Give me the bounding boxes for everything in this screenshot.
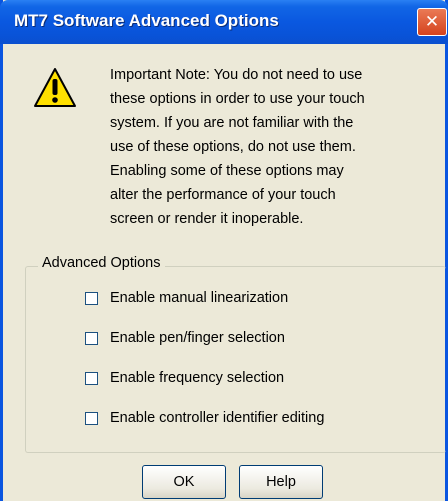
option-label: Enable controller identifier editing: [110, 410, 325, 426]
option-label: Enable pen/finger selection: [110, 330, 285, 346]
option-controller-identifier-editing[interactable]: Enable controller identifier editing: [85, 407, 324, 429]
option-manual-linearization[interactable]: Enable manual linearization: [85, 287, 288, 309]
help-button[interactable]: Help: [239, 465, 323, 499]
window-title: MT7 Software Advanced Options: [14, 11, 279, 30]
option-pen-finger-selection[interactable]: Enable pen/finger selection: [85, 327, 285, 349]
advanced-options-label: Advanced Options: [38, 255, 165, 271]
checkbox[interactable]: [85, 411, 98, 425]
option-frequency-selection[interactable]: Enable frequency selection: [85, 367, 284, 389]
checkbox[interactable]: [85, 331, 98, 345]
close-icon: ✕: [424, 12, 440, 32]
title-bar[interactable]: MT7 Software Advanced Options ✕: [0, 0, 448, 44]
checkbox[interactable]: [85, 291, 98, 305]
ok-button[interactable]: OK: [142, 465, 226, 499]
important-note-text: Important Note: You do not need to use t…: [110, 67, 365, 227]
checkbox[interactable]: [85, 371, 98, 385]
option-label: Enable frequency selection: [110, 370, 285, 386]
advanced-options-dialog: MT7 Software Advanced Options ✕ Importan…: [0, 0, 448, 501]
close-button[interactable]: ✕: [417, 8, 447, 36]
warning-icon: [34, 68, 76, 107]
option-label: Enable manual linearization: [110, 290, 289, 306]
